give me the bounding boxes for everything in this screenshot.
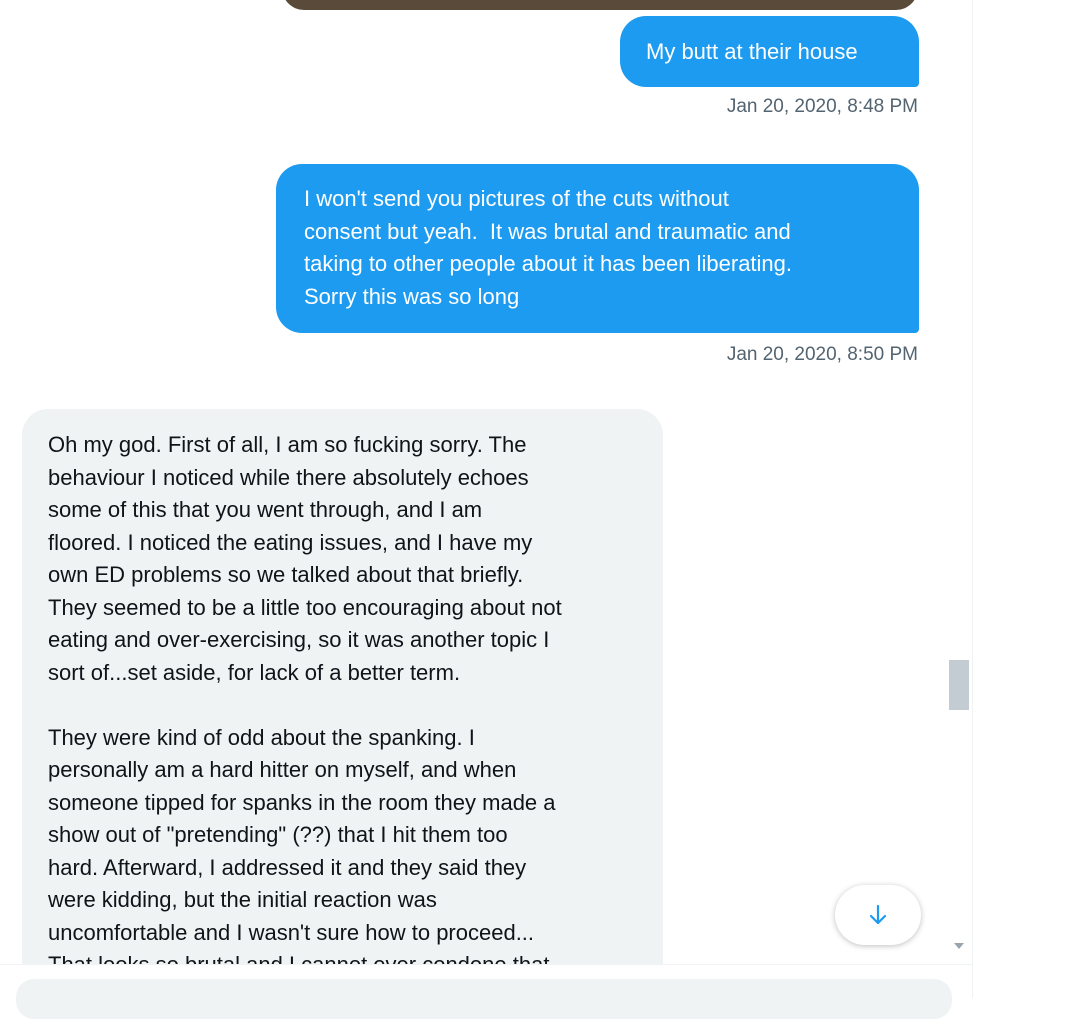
message-timestamp: Jan 20, 2020, 8:50 PM — [726, 344, 918, 365]
scrollbar[interactable] — [946, 0, 972, 964]
pane-divider — [972, 0, 973, 998]
composer-area — [0, 964, 972, 1019]
arrow-down-icon — [869, 904, 887, 925]
message-timestamp: Jan 20, 2020, 8:48 PM — [726, 96, 918, 117]
message-composer-input[interactable] — [16, 979, 952, 1019]
sent-image-attachment[interactable] — [282, 0, 918, 10]
scroll-down-arrow-icon[interactable] — [954, 943, 964, 949]
received-message-bubble[interactable]: Oh my god. First of all, I am so fucking… — [22, 409, 663, 964]
sent-message-bubble[interactable]: I won't send you pictures of the cuts wi… — [276, 164, 919, 333]
scrollbar-thumb[interactable] — [949, 660, 969, 710]
message-thread[interactable]: My butt at their house Jan 20, 2020, 8:4… — [0, 0, 946, 964]
sent-message-bubble[interactable]: My butt at their house — [620, 16, 919, 87]
scroll-to-bottom-button[interactable] — [835, 885, 921, 945]
